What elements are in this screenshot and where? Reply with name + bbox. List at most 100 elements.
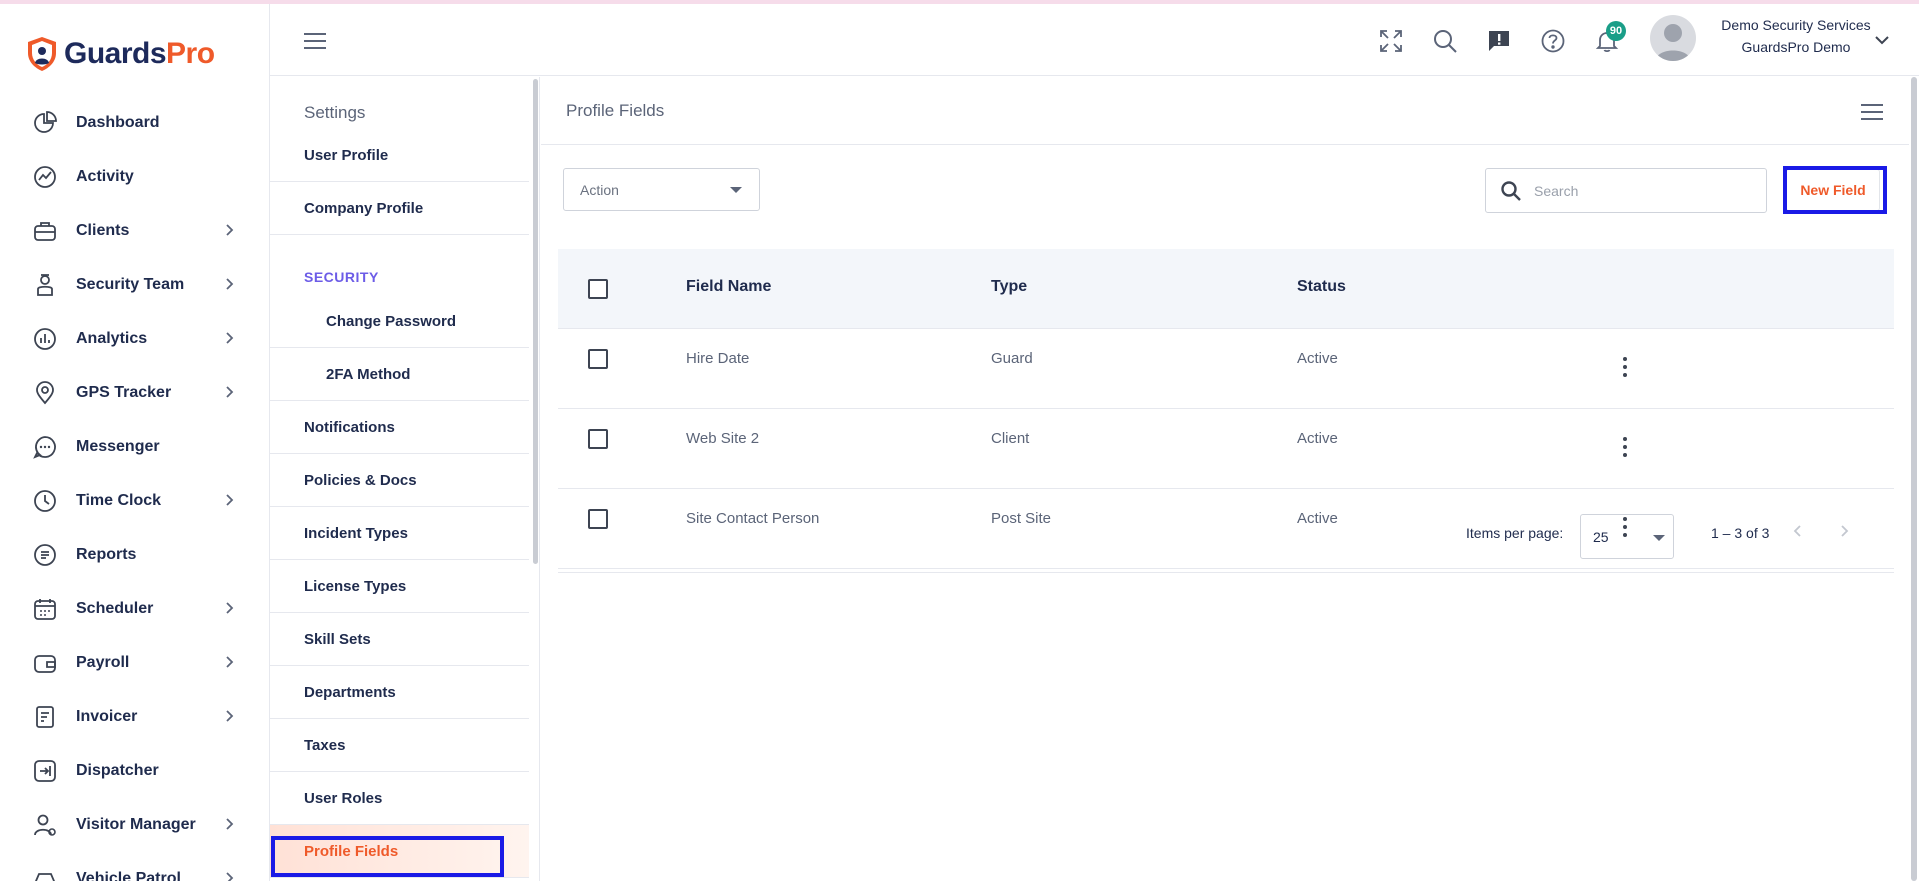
top-bar: 90 Demo Security Services GuardsPro Demo xyxy=(270,4,1919,76)
settings-item-change-password[interactable]: Change Password xyxy=(270,295,529,348)
avatar[interactable] xyxy=(1650,15,1696,61)
page-range-label: 1 – 3 of 3 xyxy=(1711,525,1770,541)
chevron-right-icon xyxy=(226,386,234,398)
sidebar-item-analytics[interactable]: Analytics xyxy=(0,312,269,366)
settings-item-license-types[interactable]: License Types xyxy=(270,560,529,613)
chevron-right-icon xyxy=(226,656,234,668)
sidebar-item-invoicer[interactable]: Invoicer xyxy=(0,690,269,744)
settings-item-profile-fields[interactable]: Profile Fields xyxy=(270,825,529,878)
invoicer-icon xyxy=(32,704,58,730)
chevron-right-icon xyxy=(226,278,234,290)
fullscreen-icon[interactable] xyxy=(1378,28,1404,54)
search-icon[interactable] xyxy=(1432,28,1458,54)
sidebar-item-dashboard[interactable]: Dashboard xyxy=(0,96,269,150)
sidebar-item-label: Dispatcher xyxy=(76,762,159,779)
feedback-icon[interactable] xyxy=(1486,28,1512,54)
notification-count-badge: 90 xyxy=(1606,21,1626,41)
main-nav: Dashboard Activity Clients Security Team Ana… xyxy=(0,96,269,881)
cell-field-name: Hire Date xyxy=(686,350,750,367)
settings-scrollbar[interactable] xyxy=(533,79,538,564)
sidebar-item-security-team[interactable]: Security Team xyxy=(0,258,269,312)
cell-status: Active xyxy=(1297,350,1338,367)
cell-field-name: Web Site 2 xyxy=(686,430,760,447)
settings-item-2fa-method[interactable]: 2FA Method xyxy=(270,348,529,401)
sidebar-item-label: Vehicle Patrol xyxy=(76,870,181,881)
settings-item-policies-docs[interactable]: Policies & Docs xyxy=(270,454,529,507)
vehicle-patrol-icon xyxy=(32,866,58,881)
settings-item-incident-types[interactable]: Incident Types xyxy=(270,507,529,560)
column-header-type[interactable]: Type xyxy=(991,278,1027,296)
items-per-page-value: 25 xyxy=(1593,528,1609,545)
sidebar: GuardsPro Dashboard Activity Clients Securi… xyxy=(0,4,270,881)
chevron-right-icon xyxy=(226,872,234,881)
settings-panel: Settings User Profile Company Profile SE… xyxy=(270,77,540,881)
reports-icon xyxy=(32,542,58,568)
security-team-icon xyxy=(32,272,58,298)
table-row[interactable]: Web Site 2 Client Active xyxy=(558,409,1894,489)
sidebar-item-label: Security Team xyxy=(76,276,185,293)
sidebar-item-label: Messenger xyxy=(76,438,160,455)
logo-shield-icon xyxy=(28,37,56,71)
search-field[interactable] xyxy=(1485,168,1767,213)
brand-name: GuardsPro xyxy=(64,37,215,71)
action-dropdown[interactable]: Action xyxy=(563,168,760,211)
hamburger-menu-icon[interactable] xyxy=(304,32,326,50)
chevron-down-icon[interactable] xyxy=(1874,34,1890,46)
sidebar-item-messenger[interactable]: Messenger xyxy=(0,420,269,474)
sidebar-item-visitor-manager[interactable]: Visitor Manager xyxy=(0,798,269,852)
action-dropdown-label: Action xyxy=(580,181,619,198)
settings-item-departments[interactable]: Departments xyxy=(270,666,529,719)
settings-item-notifications[interactable]: Notifications xyxy=(270,401,529,454)
activity-icon xyxy=(32,164,58,190)
paginator: Items per page: 25 1 – 3 of 3 xyxy=(558,489,1894,573)
time-clock-icon xyxy=(32,488,58,514)
column-header-status[interactable]: Status xyxy=(1297,278,1346,296)
sidebar-item-reports[interactable]: Reports xyxy=(0,528,269,582)
content-header: Profile Fields xyxy=(541,77,1909,145)
brand-logo[interactable]: GuardsPro xyxy=(26,34,215,74)
messenger-icon xyxy=(32,434,58,460)
list-menu-icon[interactable] xyxy=(1861,104,1883,120)
caret-down-icon xyxy=(1653,535,1665,541)
settings-item-skill-sets[interactable]: Skill Sets xyxy=(270,613,529,666)
items-per-page-label: Items per page: xyxy=(1466,525,1564,541)
sidebar-item-scheduler[interactable]: Scheduler xyxy=(0,582,269,636)
sidebar-item-label: Analytics xyxy=(76,330,148,347)
table-header: Field Name Type Status xyxy=(558,249,1894,329)
sidebar-item-clients[interactable]: Clients xyxy=(0,204,269,258)
sidebar-item-vehicle-patrol[interactable]: Vehicle Patrol xyxy=(0,852,269,881)
more-vert-icon[interactable] xyxy=(1620,435,1630,459)
select-all-checkbox[interactable] xyxy=(588,279,608,299)
sidebar-item-payroll[interactable]: Payroll xyxy=(0,636,269,690)
previous-page-icon[interactable] xyxy=(1790,523,1806,539)
search-input[interactable] xyxy=(1534,177,1754,205)
column-header-field-name[interactable]: Field Name xyxy=(686,278,771,296)
help-icon[interactable] xyxy=(1540,28,1566,54)
sidebar-item-label: Activity xyxy=(76,168,134,185)
scheduler-icon xyxy=(32,596,58,622)
settings-item-user-profile[interactable]: User Profile xyxy=(270,129,529,182)
main-scrollbar[interactable] xyxy=(1911,77,1917,881)
sidebar-item-gps-tracker[interactable]: GPS Tracker xyxy=(0,366,269,420)
table-row[interactable]: Hire Date Guard Active xyxy=(558,329,1894,409)
settings-item-company-profile[interactable]: Company Profile xyxy=(270,182,529,235)
sidebar-item-time-clock[interactable]: Time Clock xyxy=(0,474,269,528)
new-field-button[interactable]: New Field xyxy=(1786,169,1880,211)
row-checkbox[interactable] xyxy=(588,429,608,449)
next-page-icon[interactable] xyxy=(1836,523,1852,539)
sidebar-item-label: Scheduler xyxy=(76,600,154,617)
sidebar-item-label: Invoicer xyxy=(76,708,138,725)
chevron-right-icon xyxy=(226,494,234,506)
settings-item-taxes[interactable]: Taxes xyxy=(270,719,529,772)
row-checkbox[interactable] xyxy=(588,349,608,369)
more-vert-icon[interactable] xyxy=(1620,355,1630,379)
sidebar-item-dispatcher[interactable]: Dispatcher xyxy=(0,744,269,798)
items-per-page-select[interactable]: 25 xyxy=(1580,514,1674,559)
visitor-manager-icon xyxy=(32,812,58,838)
settings-item-user-roles[interactable]: User Roles xyxy=(270,772,529,825)
sidebar-item-label: Payroll xyxy=(76,654,130,671)
brand-name-primary: Guards xyxy=(64,37,167,70)
sidebar-item-activity[interactable]: Activity xyxy=(0,150,269,204)
gps-tracker-icon xyxy=(32,380,58,406)
dashboard-icon xyxy=(32,110,58,136)
